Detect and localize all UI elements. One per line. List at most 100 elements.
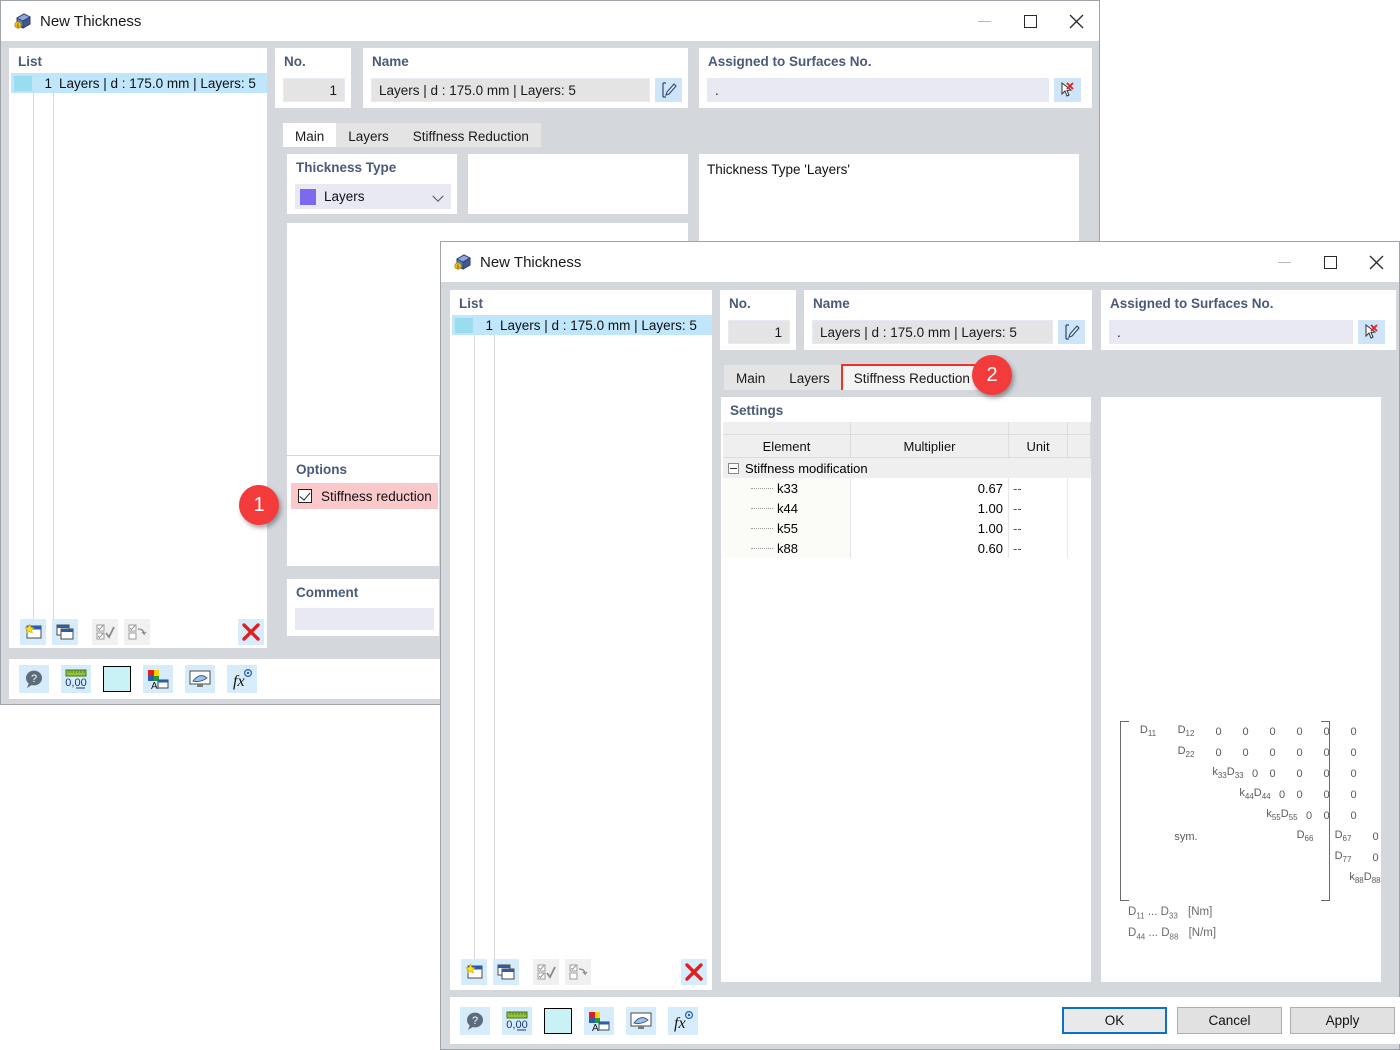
stiffness-reduction-label: Stiffness reduction — [321, 488, 432, 504]
help-icon[interactable]: ? — [460, 1006, 490, 1035]
legend-range: D11 ... D33 — [1128, 906, 1178, 921]
table-group-row[interactable]: Stiffness modification — [723, 458, 1091, 478]
list-item[interactable]: 1 Layers | d : 175.0 mm | Layers: 5 — [11, 73, 267, 93]
tab-main[interactable]: Main — [724, 365, 778, 392]
matrix-cell-sym: sym. — [1174, 830, 1198, 843]
minimize-button[interactable] — [1261, 242, 1307, 282]
front-list[interactable]: 1 Layers | d : 175.0 mm | Layers: 5 — [452, 315, 712, 965]
column-header-extra — [1068, 435, 1091, 458]
background-info-text: Thickness Type 'Layers' — [707, 162, 850, 177]
list-item-number: 1 — [485, 317, 493, 333]
matrix-cell: k44D44 — [1239, 787, 1271, 802]
table-header-spacer — [723, 422, 1091, 435]
table-row[interactable]: k44 1.00 -- — [723, 498, 1091, 518]
table-row[interactable]: k55 1.00 -- — [723, 518, 1091, 538]
background-list[interactable]: 1 Layers | d : 175.0 mm | Layers: 5 — [11, 73, 267, 628]
new-item-icon[interactable] — [461, 959, 487, 985]
delete-icon[interactable] — [238, 619, 264, 645]
formula-icon[interactable]: fx — [227, 665, 257, 693]
ok-button[interactable]: OK — [1062, 1007, 1167, 1034]
copy-item-icon[interactable] — [52, 619, 78, 645]
matrix-row: k55D55 0 0 0 — [1120, 805, 1356, 826]
cancel-button[interactable]: Cancel — [1177, 1007, 1282, 1034]
maximize-button[interactable] — [1307, 242, 1353, 282]
pick-surfaces-icon[interactable] — [1358, 320, 1385, 344]
matrix-cell: k88D88 — [1349, 871, 1381, 886]
thickness-type-label: Thickness Type — [296, 160, 397, 175]
row-multiplier[interactable]: 0.60 — [978, 541, 1003, 556]
apply-button[interactable]: Apply — [1290, 1007, 1395, 1034]
legend-range: D44 ... D88 — [1128, 927, 1179, 942]
matrix-cell: D11 — [1139, 724, 1157, 739]
collapse-toggle-icon[interactable] — [728, 462, 739, 474]
comment-input[interactable] — [295, 608, 434, 630]
invert-selection-icon — [124, 619, 150, 645]
front-dialog-titlebar[interactable]: 6 New Thickness — [441, 242, 1399, 282]
matrix-legend-row-2: D44 ... D88 [N/m] — [1128, 927, 1216, 941]
assigned-value[interactable]: . — [1109, 320, 1353, 344]
svg-text:6: 6 — [457, 265, 460, 271]
screen-root: 6 New Thickness List 1 Layers | d: 175.… — [0, 0, 1400, 1050]
thickness-type-combo[interactable]: Layers — [295, 184, 451, 209]
tab-layers[interactable]: Layers — [777, 365, 842, 392]
render-icon[interactable] — [185, 665, 215, 693]
svg-text:A: A — [151, 681, 158, 690]
edit-name-icon[interactable] — [1058, 320, 1085, 344]
front-name-group: Name Layers | d : 175.0 mm | Layers: 5 — [804, 290, 1092, 350]
stiffness-settings-table[interactable]: Element Multiplier Unit Stiffness modifi… — [723, 422, 1091, 932]
row-unit: -- — [1013, 500, 1022, 516]
background-window-controls — [961, 1, 1099, 41]
edit-name-icon[interactable] — [655, 78, 682, 102]
color-swatch-icon[interactable] — [103, 666, 131, 692]
matrix-bracket-left — [1120, 721, 1129, 901]
column-header-element[interactable]: Element — [723, 435, 851, 458]
matrix-cell: D66 — [1296, 829, 1314, 844]
annotation-badge-1: 1 — [239, 485, 279, 525]
display-properties-icon[interactable]: A — [143, 665, 173, 693]
tab-layers[interactable]: Layers — [336, 123, 401, 150]
close-button[interactable] — [1053, 1, 1099, 41]
minimize-button[interactable] — [961, 1, 1007, 41]
close-button[interactable] — [1353, 242, 1399, 282]
formula-icon[interactable]: fx — [668, 1006, 698, 1035]
name-label: Name — [813, 296, 850, 311]
units-icon[interactable]: 0,00 — [502, 1006, 532, 1035]
new-item-icon[interactable] — [20, 619, 46, 645]
tab-stiffness-reduction[interactable]: Stiffness Reduction — [400, 123, 541, 150]
table-row[interactable]: k33 0.67 -- — [723, 478, 1091, 498]
matrix-row: k44D44 0 0 0 0 — [1120, 784, 1356, 805]
render-icon[interactable] — [626, 1006, 656, 1035]
row-multiplier[interactable]: 0.67 — [978, 481, 1003, 496]
column-header-multiplier[interactable]: Multiplier — [851, 435, 1009, 458]
delete-icon[interactable] — [681, 959, 707, 985]
matrix-panel: D11 D12 0 0 0 0 0 0 D22 0 0 0 0 0 0 k33D… — [1101, 397, 1381, 982]
matrix-cell: 0 — [1269, 746, 1276, 759]
checkbox-box[interactable] — [298, 489, 312, 503]
tab-main[interactable]: Main — [283, 123, 337, 150]
list-item-label: Layers | d : 175.0 mm | Layers: 5 — [59, 75, 256, 91]
table-row[interactable]: k88 0.60 -- — [723, 538, 1091, 558]
front-tabs: Main Layers Stiffness Reduction — [724, 364, 983, 393]
svg-text:fx: fx — [233, 673, 245, 690]
column-header-unit[interactable]: Unit — [1009, 435, 1068, 458]
select-all-icon — [533, 959, 559, 985]
list-label: List — [459, 296, 484, 311]
matrix-row: D11 D12 0 0 0 0 0 0 — [1120, 721, 1357, 742]
row-multiplier[interactable]: 1.00 — [978, 501, 1003, 516]
matrix-cell: 0 — [1305, 809, 1313, 822]
list-item[interactable]: 1 Layers | d : 175.0 mm | Layers: 5 — [452, 315, 712, 335]
color-swatch-icon[interactable] — [544, 1007, 572, 1034]
copy-item-icon[interactable] — [493, 959, 519, 985]
units-icon[interactable]: 0,00 — [61, 665, 91, 693]
no-label: No. — [729, 296, 751, 311]
stiffness-reduction-checkbox[interactable]: Stiffness reduction — [291, 483, 438, 509]
maximize-button[interactable] — [1007, 1, 1053, 41]
row-multiplier[interactable]: 1.00 — [978, 521, 1003, 536]
matrix-cell: 0 — [1296, 788, 1303, 801]
background-dialog-titlebar[interactable]: 6 New Thickness — [1, 1, 1099, 41]
help-icon[interactable]: ? — [19, 665, 49, 693]
tab-stiffness-reduction[interactable]: Stiffness Reduction — [840, 364, 983, 393]
display-properties-icon[interactable]: A — [584, 1006, 614, 1035]
pick-surfaces-icon[interactable] — [1054, 78, 1081, 102]
assigned-value[interactable]: . — [707, 78, 1049, 102]
